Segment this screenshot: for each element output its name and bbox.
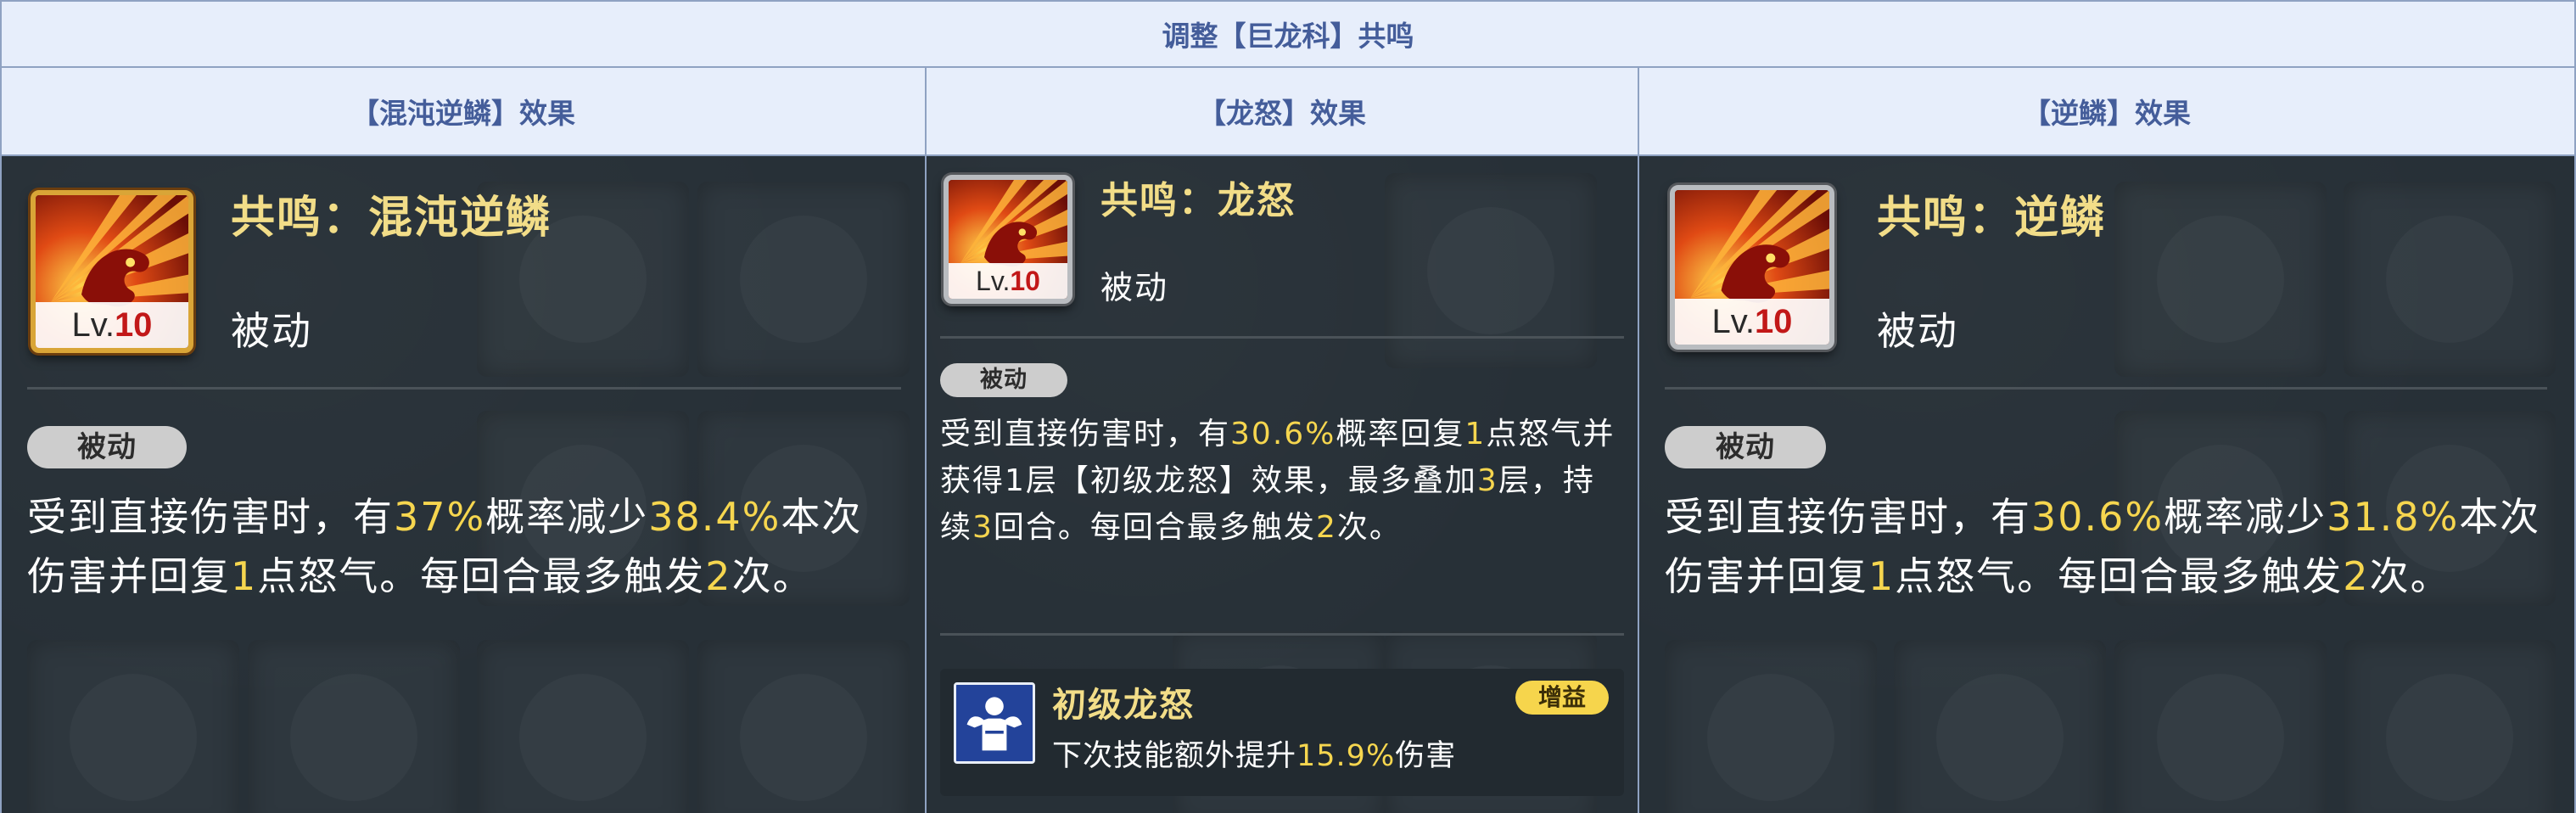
passive-tag: 被动	[1665, 426, 1826, 468]
description-text: 概率减少	[485, 494, 649, 540]
level-number: 10	[1010, 266, 1040, 296]
highlight-value: 3	[1476, 463, 1498, 498]
skill-description: 受到直接伤害时，有30.6%概率回复1点怒气并获得1层【初级龙怒】效果，最多叠加…	[940, 411, 1624, 551]
skill-icon-dragon: Lv.10	[1670, 185, 1834, 350]
column-header-reverse-scale: 【逆鳞】效果	[1639, 68, 2574, 154]
description-text: 概率减少	[2164, 494, 2327, 540]
highlight-value: 1	[231, 553, 258, 599]
skill-name: 共鸣：逆鳞	[1877, 193, 2107, 244]
highlight-value: 31.8%	[2327, 494, 2460, 540]
divider	[940, 633, 1624, 636]
level-prefix: Lv.	[976, 266, 1011, 296]
description-text: 受到直接伤害时，有	[27, 494, 394, 540]
skill-description: 受到直接伤害时，有30.6%概率减少31.8%本次伤害并回复1点怒气。每回合最多…	[1665, 487, 2547, 606]
highlight-value: 30.6%	[1230, 417, 1336, 451]
column-header-dragon-rage: 【龙怒】效果	[927, 68, 1638, 154]
divider	[1665, 387, 2547, 390]
skill-name: 共鸣：混沌逆鳞	[231, 193, 552, 244]
description-text: 回合。每回合最多触发	[993, 510, 1316, 545]
divider	[27, 387, 901, 390]
skill-description: 受到直接伤害时，有37%概率减少38.4%本次伤害并回复1点怒气。每回合最多触发…	[27, 487, 901, 606]
muscle-figure-icon	[954, 682, 1035, 764]
description-text: 次。	[2369, 553, 2451, 599]
highlight-value: 1	[1464, 417, 1487, 451]
level-number: 10	[114, 306, 153, 344]
description-text: 下次技能额外提升	[1052, 739, 1297, 773]
skill-type: 被动	[231, 308, 312, 354]
divider	[940, 336, 1624, 339]
description-text: 次。	[1336, 510, 1402, 545]
description-text: 概率回复	[1336, 417, 1465, 451]
highlight-value: 2	[2343, 553, 2370, 599]
level-badge: Lv.10	[36, 302, 188, 348]
description-text: 受到直接伤害时，有	[1665, 494, 2031, 540]
description-text: 点怒气。每回合最多触发	[1895, 553, 2344, 599]
skill-icon-dragon: Lv.10	[944, 175, 1072, 304]
highlight-value: 1	[1868, 553, 1896, 599]
table-title: 调整【巨龙科】共鸣	[2, 2, 2574, 68]
buff-card: 初级龙怒 增益 下次技能额外提升15.9%伤害	[940, 669, 1624, 796]
column-header-chaos-scale: 【混沌逆鳞】效果	[2, 68, 925, 154]
description-text: 伤害	[1395, 739, 1457, 773]
skill-card-chaos-scale: Lv.10 共鸣：混沌逆鳞 被动 被动 受到直接伤害时，有37%概率减少38.4…	[2, 156, 925, 813]
skill-icon-dragon: Lv.10	[31, 190, 193, 353]
level-number: 10	[1754, 303, 1793, 340]
level-badge: Lv.10	[1675, 299, 1829, 345]
skill-card-dragon-rage: Lv.10 共鸣：龙怒 被动 被动 受到直接伤害时，有30.6%概率回复1点怒气…	[927, 156, 1638, 813]
description-text: 点怒气。每回合最多触发	[257, 553, 706, 599]
skill-card-reverse-scale: Lv.10 共鸣：逆鳞 被动 被动 受到直接伤害时，有30.6%概率减少31.8…	[1639, 156, 2574, 813]
highlight-value: 2	[705, 553, 732, 599]
description-text: 次。	[731, 553, 814, 599]
passive-tag: 被动	[940, 363, 1067, 397]
buff-name: 初级龙怒	[1052, 686, 1195, 725]
highlight-value: 3	[972, 510, 994, 545]
highlight-value: 2	[1315, 510, 1337, 545]
highlight-value: 30.6%	[2031, 494, 2164, 540]
buff-type-badge: 增益	[1515, 681, 1609, 715]
passive-tag: 被动	[27, 426, 187, 468]
skill-name: 共鸣：龙怒	[1100, 179, 1296, 222]
skill-type: 被动	[1100, 269, 1169, 306]
buff-description: 下次技能额外提升15.9%伤害	[1052, 735, 1456, 777]
highlight-value: 15.9%	[1296, 739, 1396, 773]
level-badge: Lv.10	[949, 263, 1067, 299]
description-text: 受到直接伤害时，有	[940, 417, 1231, 451]
level-prefix: Lv.	[71, 306, 115, 344]
highlight-value: 38.4%	[648, 494, 781, 540]
comparison-table: 调整【巨龙科】共鸣 【混沌逆鳞】效果 【龙怒】效果 【逆鳞】效果 Lv.10 共…	[0, 0, 2576, 813]
highlight-value: 37%	[394, 494, 486, 540]
level-prefix: Lv.	[1711, 303, 1755, 340]
skill-type: 被动	[1877, 308, 1958, 354]
